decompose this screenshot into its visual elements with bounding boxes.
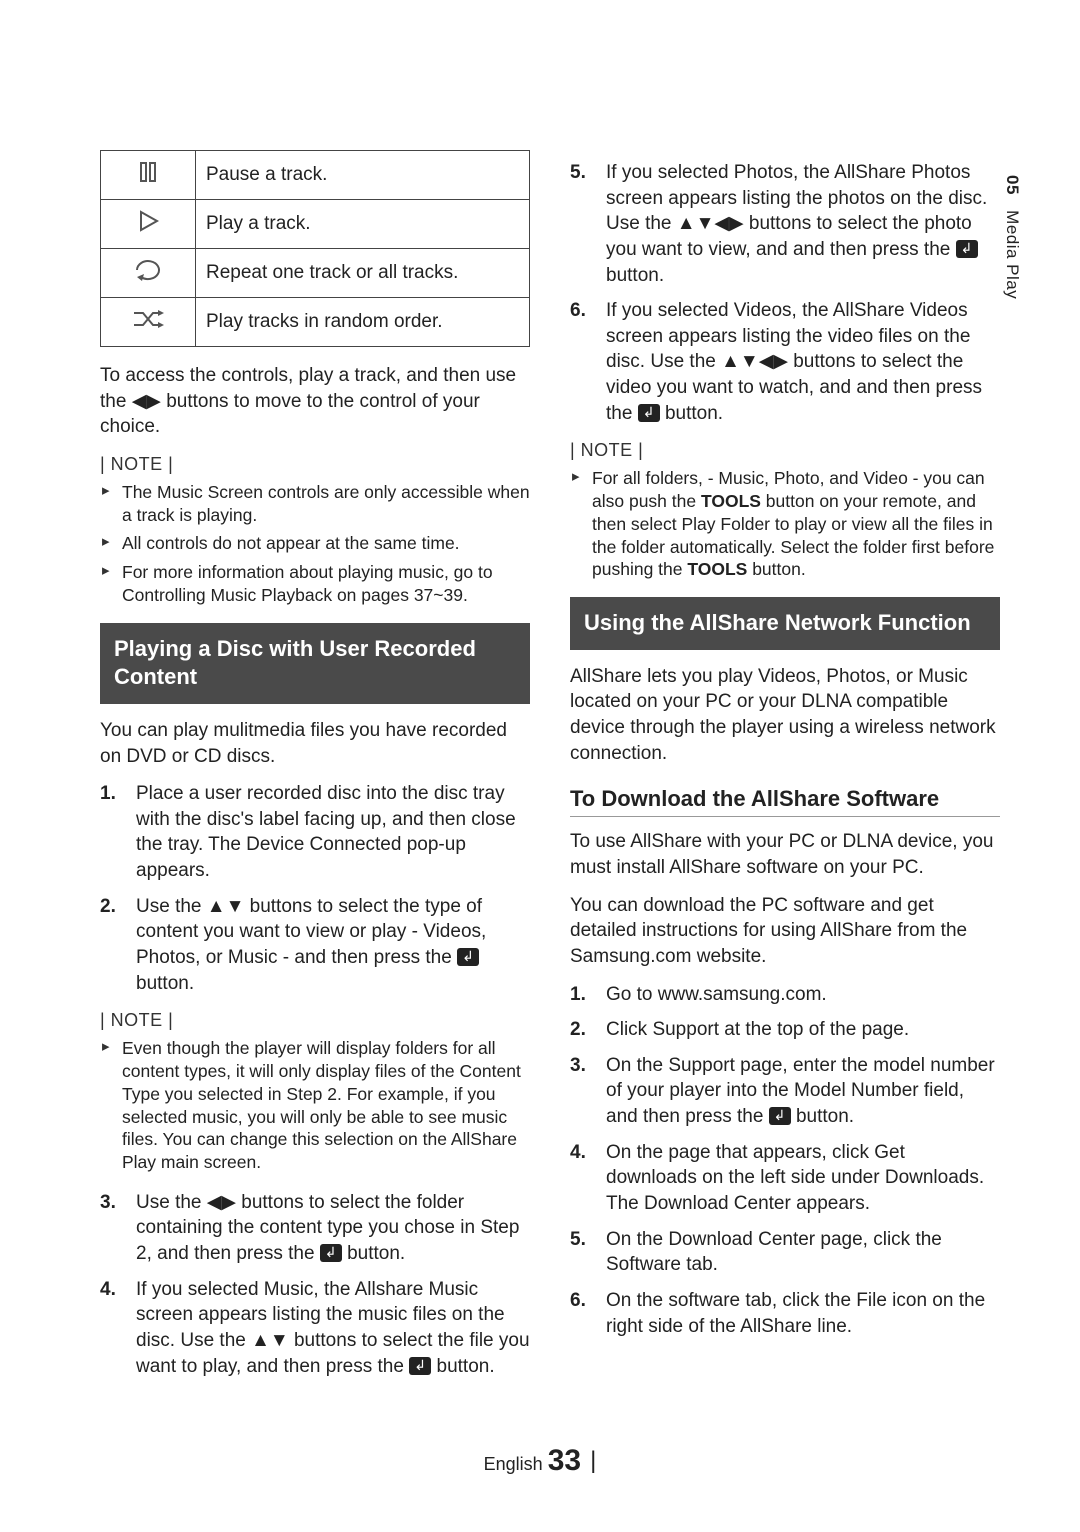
chapter-number: 05: [1003, 175, 1022, 195]
shuffle-icon: [101, 298, 196, 347]
list-item: Use the ◀▶ buttons to select the folder …: [100, 1190, 530, 1267]
list-item: On the Download Center page, click the S…: [570, 1227, 1000, 1278]
intro-text: You can play mulitmedia files you have r…: [100, 718, 530, 769]
list-item: If you selected Videos, the AllShare Vid…: [570, 298, 1000, 426]
list-item: For more information about playing music…: [100, 561, 530, 607]
list-item: On the software tab, click the File icon…: [570, 1288, 1000, 1339]
allshare-intro: AllShare lets you play Videos, Photos, o…: [570, 664, 1000, 767]
footer-lang: English: [484, 1454, 543, 1474]
subheading: To Download the AllShare Software: [570, 786, 1000, 812]
note-heading-3: | NOTE |: [570, 440, 1000, 461]
rule-line: [570, 816, 1000, 817]
left-column: Pause a track.Play a track.Repeat one tr…: [100, 150, 530, 1389]
play-icon: [101, 200, 196, 249]
enter-icon: [457, 948, 479, 966]
access-controls-text: To access the controls, play a track, an…: [100, 363, 530, 440]
list-item: Place a user recorded disc into the disc…: [100, 781, 530, 884]
table-row: Play tracks in random order.: [101, 298, 530, 347]
enter-icon: [638, 404, 660, 422]
note-list-1: The Music Screen controls are only acces…: [100, 481, 530, 607]
steps-list-3: If you selected Photos, the AllShare Pho…: [570, 160, 1000, 426]
section-title-left: Playing a Disc with User Recorded Conten…: [100, 623, 530, 704]
list-item: All controls do not appear at the same t…: [100, 532, 530, 555]
table-row: Repeat one track or all tracks.: [101, 249, 530, 298]
list-item: For all folders, - Music, Photo, and Vid…: [570, 467, 1000, 581]
note-heading-2: | NOTE |: [100, 1010, 530, 1031]
steps-list-1: Place a user recorded disc into the disc…: [100, 781, 530, 996]
list-item: If you selected Music, the Allshare Musi…: [100, 1277, 530, 1380]
list-item: On the Support page, enter the model num…: [570, 1053, 1000, 1130]
enter-icon: [956, 240, 978, 258]
list-item: Click Support at the top of the page.: [570, 1017, 1000, 1043]
list-item: If you selected Photos, the AllShare Pho…: [570, 160, 1000, 288]
table-row: Pause a track.: [101, 151, 530, 200]
note-list-2: Even though the player will display fold…: [100, 1037, 530, 1174]
side-tab: 05 Media Play: [1002, 175, 1022, 299]
right-column: If you selected Photos, the AllShare Pho…: [570, 150, 1000, 1389]
steps-list-2: Use the ◀▶ buttons to select the folder …: [100, 1190, 530, 1379]
page-content: Pause a track.Play a track.Repeat one tr…: [0, 0, 1080, 1459]
control-desc: Play a track.: [196, 200, 530, 249]
repeat-icon: [101, 249, 196, 298]
control-desc: Repeat one track or all tracks.: [196, 249, 530, 298]
use-para-1: To use AllShare with your PC or DLNA dev…: [570, 829, 1000, 880]
note-heading: | NOTE |: [100, 454, 530, 475]
footer-page-number: 33: [548, 1444, 581, 1477]
footer-pipe: |: [590, 1447, 596, 1474]
list-item: Even though the player will display fold…: [100, 1037, 530, 1174]
list-item: On the page that appears, click Get down…: [570, 1140, 1000, 1217]
pause-icon: [101, 151, 196, 200]
download-steps: Go to www.samsung.com. Click Support at t…: [570, 982, 1000, 1340]
table-row: Play a track.: [101, 200, 530, 249]
chapter-title: Media Play: [1003, 210, 1022, 299]
enter-icon: [320, 1244, 342, 1262]
list-item: Go to www.samsung.com.: [570, 982, 1000, 1008]
list-item: Use the ▲▼ buttons to select the type of…: [100, 894, 530, 997]
use-para-2: You can download the PC software and get…: [570, 893, 1000, 970]
list-item: The Music Screen controls are only acces…: [100, 481, 530, 527]
page-footer: English 33 |: [0, 1444, 1080, 1478]
note-list-3: For all folders, - Music, Photo, and Vid…: [570, 467, 1000, 581]
enter-icon: [409, 1357, 431, 1375]
controls-table: Pause a track.Play a track.Repeat one tr…: [100, 150, 530, 347]
section-title-right: Using the AllShare Network Function: [570, 597, 1000, 650]
control-desc: Play tracks in random order.: [196, 298, 530, 347]
enter-icon: [769, 1107, 791, 1125]
control-desc: Pause a track.: [196, 151, 530, 200]
